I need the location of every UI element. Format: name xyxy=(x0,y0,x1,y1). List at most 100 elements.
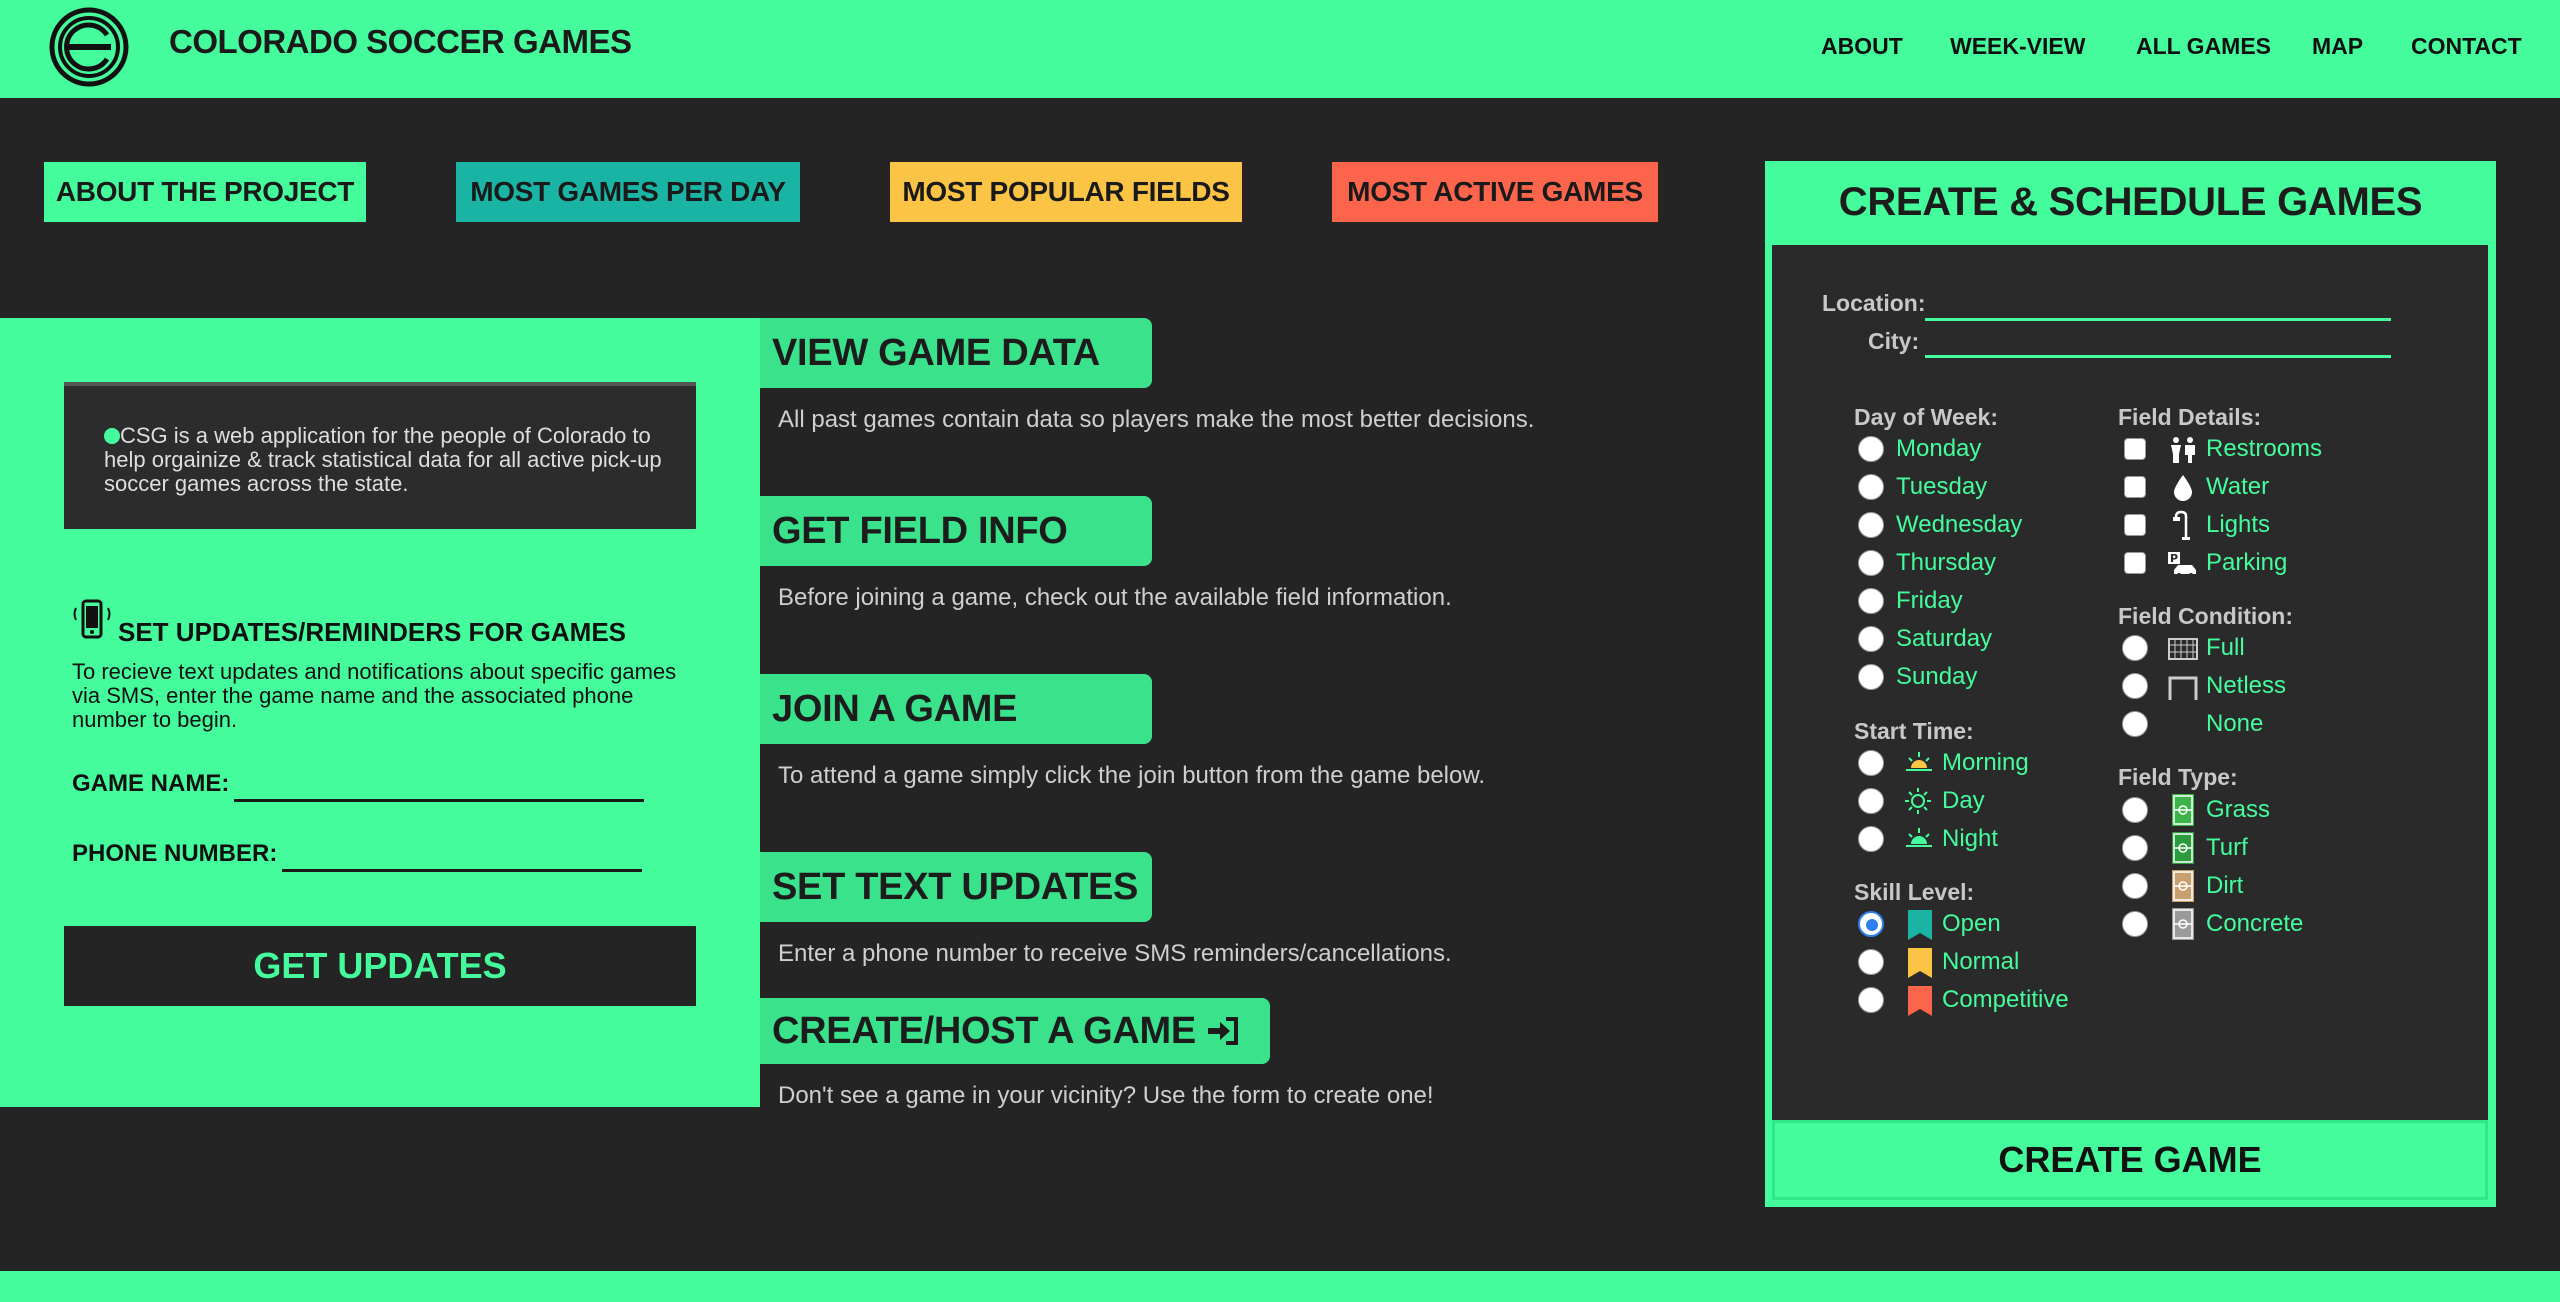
checkbox-parking[interactable] xyxy=(2124,552,2146,574)
radio-night[interactable] xyxy=(1858,826,1884,852)
city-label: City: xyxy=(1868,328,1920,354)
type-dirt-label: Dirt xyxy=(2206,872,2244,899)
radio-turf[interactable] xyxy=(2122,835,2148,861)
skill-competitive-label: Competitive xyxy=(1942,986,2069,1013)
svg-text:P: P xyxy=(2170,552,2178,565)
create-host-game-tab[interactable]: CREATE/HOST A GAME xyxy=(760,998,1270,1064)
day-monday-label: Monday xyxy=(1896,435,1982,462)
form-title: CREATE & SCHEDULE GAMES xyxy=(1838,180,2423,224)
sms-section-title: SET UPDATES/REMINDERS FOR GAMES xyxy=(118,617,627,647)
location-label: Location: xyxy=(1822,290,1926,316)
start-day-label: Day xyxy=(1942,787,1985,814)
game-name-input[interactable] xyxy=(234,799,644,802)
most-popular-fields-button[interactable]: MOST POPULAR FIELDS xyxy=(890,162,1242,222)
goal-net-icon xyxy=(2168,638,2198,660)
field-type-label: Field Type: xyxy=(2118,764,2238,790)
radio-tuesday[interactable] xyxy=(1858,474,1884,500)
radio-grass[interactable] xyxy=(2122,797,2148,823)
about-info-text: CSG is a web application for the people … xyxy=(104,423,662,496)
condition-full-label: Full xyxy=(2206,634,2245,661)
radio-none[interactable] xyxy=(2122,711,2148,737)
bookmark-icon xyxy=(1908,986,1932,1016)
csg-logo-icon[interactable] xyxy=(49,7,129,87)
checkbox-lights[interactable] xyxy=(2124,514,2146,536)
radio-dirt[interactable] xyxy=(2122,873,2148,899)
skill-level-label: Skill Level: xyxy=(1854,879,1975,905)
radio-day[interactable] xyxy=(1858,788,1884,814)
csg-mini-logo-icon xyxy=(104,428,120,444)
sun-icon xyxy=(1905,788,1931,814)
get-field-info-tab[interactable]: GET FIELD INFO xyxy=(760,496,1152,566)
field-condition-label: Field Condition: xyxy=(2118,603,2294,629)
city-input[interactable] xyxy=(1925,355,2391,358)
detail-parking-label: Parking xyxy=(2206,549,2288,576)
sms-description: To recieve text updates and notification… xyxy=(72,659,677,732)
nav-all-games[interactable]: ALL GAMES xyxy=(2136,33,2271,60)
view-game-data-tab[interactable]: VIEW GAME DATA xyxy=(760,318,1152,388)
checkbox-restrooms[interactable] xyxy=(2124,438,2146,460)
day-of-week-label: Day of Week: xyxy=(1854,404,1999,430)
day-thursday-label: Thursday xyxy=(1896,549,1997,576)
set-text-updates-tab[interactable]: SET TEXT UPDATES xyxy=(760,852,1152,922)
sign-in-icon xyxy=(1207,1017,1238,1045)
parking-icon: P xyxy=(2168,552,2196,577)
bookmark-icon xyxy=(1908,910,1932,940)
radio-monday[interactable] xyxy=(1858,436,1884,462)
day-tuesday-label: Tuesday xyxy=(1896,473,1988,500)
nav-contact[interactable]: CONTACT xyxy=(2411,33,2522,60)
phone-number-input[interactable] xyxy=(282,869,642,872)
radio-normal[interactable] xyxy=(1858,949,1884,975)
most-active-games-button[interactable]: MOST ACTIVE GAMES xyxy=(1332,162,1658,222)
concrete-field-icon xyxy=(2172,908,2194,940)
brand-title[interactable]: COLORADO SOCCER GAMES xyxy=(169,23,632,61)
radio-full[interactable] xyxy=(2122,635,2148,661)
radio-sunday[interactable] xyxy=(1858,664,1884,690)
start-morning-label: Morning xyxy=(1942,749,2029,776)
start-time-label: Start Time: xyxy=(1854,718,1974,744)
create-game-button[interactable]: CREATE GAME xyxy=(1772,1120,2488,1200)
location-input[interactable] xyxy=(1925,318,2391,321)
radio-friday[interactable] xyxy=(1858,588,1884,614)
nav-map[interactable]: MAP xyxy=(2312,33,2363,60)
join-a-game-tab[interactable]: JOIN A GAME xyxy=(760,674,1152,744)
skill-normal-label: Normal xyxy=(1942,948,2020,975)
day-friday-label: Friday xyxy=(1896,587,1963,614)
day-wednesday-label: Wednesday xyxy=(1896,511,2023,538)
get-updates-button[interactable]: GET UPDATES xyxy=(64,926,696,1006)
street-light-icon xyxy=(2173,510,2190,540)
nav-week-view[interactable]: WEEK-VIEW xyxy=(1950,33,2085,60)
radio-morning[interactable] xyxy=(1858,750,1884,776)
most-games-per-day-button[interactable]: MOST GAMES PER DAY xyxy=(456,162,800,222)
dirt-field-icon xyxy=(2172,870,2194,902)
create-host-game-label: CREATE/HOST A GAME xyxy=(772,1009,1196,1052)
view-game-data-desc: All past games contain data so players m… xyxy=(778,406,1535,433)
about-project-button[interactable]: ABOUT THE PROJECT xyxy=(44,162,366,222)
radio-wednesday[interactable] xyxy=(1858,512,1884,538)
phone-number-label: PHONE NUMBER: xyxy=(72,840,278,867)
grass-field-icon xyxy=(2172,794,2194,826)
radio-saturday[interactable] xyxy=(1858,626,1884,652)
detail-water-label: Water xyxy=(2206,473,2270,500)
water-drop-icon xyxy=(2174,475,2192,501)
footer-bar xyxy=(0,1271,2560,1302)
restroom-icon xyxy=(2171,437,2195,463)
type-turf-label: Turf xyxy=(2206,834,2248,861)
set-text-updates-desc: Enter a phone number to receive SMS remi… xyxy=(778,940,1452,967)
checkbox-water[interactable] xyxy=(2124,476,2146,498)
get-field-info-desc: Before joining a game, check out the ava… xyxy=(778,584,1452,611)
goal-frame-icon xyxy=(2168,676,2198,700)
radio-competitive[interactable] xyxy=(1858,987,1884,1013)
type-grass-label: Grass xyxy=(2206,796,2271,823)
game-name-label: GAME NAME: xyxy=(72,770,230,797)
day-sunday-label: Sunday xyxy=(1896,663,1978,690)
field-details-label: Field Details: xyxy=(2118,404,2262,430)
detail-restrooms-label: Restrooms xyxy=(2206,435,2323,462)
radio-netless[interactable] xyxy=(2122,673,2148,699)
radio-thursday[interactable] xyxy=(1858,550,1884,576)
join-a-game-desc: To attend a game simply click the join b… xyxy=(778,762,1486,789)
radio-concrete[interactable] xyxy=(2122,911,2148,937)
type-concrete-label: Concrete xyxy=(2206,910,2304,937)
radio-open[interactable] xyxy=(1858,911,1884,937)
detail-lights-label: Lights xyxy=(2206,511,2271,538)
nav-about[interactable]: ABOUT xyxy=(1821,33,1903,60)
